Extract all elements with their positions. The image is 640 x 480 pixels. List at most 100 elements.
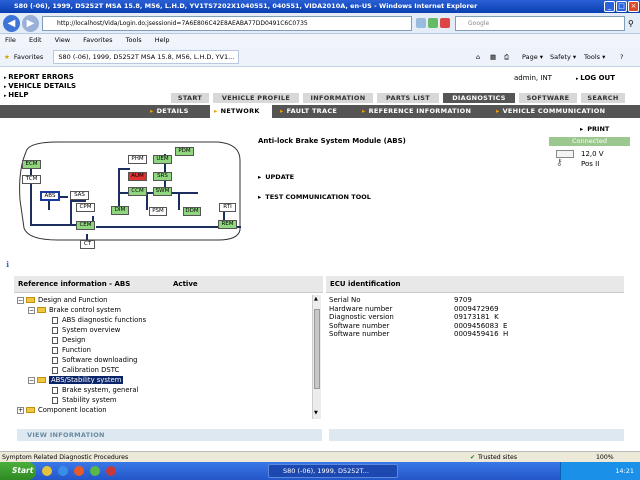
quicklaunch-icon[interactable] (106, 466, 116, 476)
close-button[interactable]: × (628, 1, 639, 12)
scroll-down-icon[interactable]: ▼ (314, 410, 320, 416)
subtab-network[interactable]: ▸ NETWORK (210, 105, 272, 118)
node-psm[interactable]: PSM (149, 207, 167, 216)
browser-tab[interactable]: S80 (-06), 1999, D5252T MSA 15.8, M56, L… (53, 50, 240, 64)
subtab-fault-trace[interactable]: ▸ FAULT TRACE (280, 105, 350, 118)
quicklaunch-icon[interactable] (90, 466, 100, 476)
node-sas[interactable]: SAS (70, 191, 89, 200)
subtab-details[interactable]: ▸ DETAILS (150, 105, 210, 118)
tree-item[interactable]: Brake system, general (52, 385, 138, 395)
node-aum[interactable]: AUM (128, 172, 147, 181)
node-pdm[interactable]: PDM (175, 147, 194, 156)
tab-information[interactable]: INFORMATION (302, 92, 374, 104)
menu-view[interactable]: View (55, 36, 70, 44)
node-swm[interactable]: SWM (153, 187, 172, 196)
subtab-reference-information[interactable]: ▸ REFERENCE INFORMATION (362, 105, 482, 118)
key-position-value: Pos II (581, 160, 600, 168)
feeds-icon[interactable]: ▦ (490, 47, 496, 67)
tree-item[interactable]: ABS diagnostic functions (52, 315, 146, 325)
bus-line (178, 192, 180, 210)
scroll-up-icon[interactable]: ▲ (314, 296, 320, 302)
node-ecm[interactable]: ECM (22, 160, 41, 169)
view-information-button[interactable]: VIEW INFORMATION (17, 429, 322, 441)
tree-item[interactable]: Calibration DSTC (52, 365, 119, 375)
voltage-value: 12,0 V (581, 150, 604, 158)
menu-favorites[interactable]: Favorites (83, 36, 112, 44)
subtab-vehicle-communication[interactable]: ▸ VEHICLE COMMUNICATION (496, 105, 636, 118)
quicklaunch-icon[interactable] (74, 466, 84, 476)
page-menu[interactable]: Page ▾ (522, 47, 543, 67)
forward-icon[interactable]: ▶ (22, 15, 39, 32)
tab-start[interactable]: START (170, 92, 210, 104)
taskbar-window-button[interactable]: S80 (-06), 1999, D5252T... (268, 464, 398, 478)
minimize-button[interactable]: _ (604, 1, 615, 12)
tree-item[interactable]: Software downloading (52, 355, 138, 365)
refresh-icon[interactable] (428, 18, 438, 28)
node-phm[interactable]: PHM (128, 155, 147, 164)
home-icon[interactable]: ⌂ (476, 47, 480, 67)
reference-tree: − Design and Function − Brake control syst… (17, 295, 322, 420)
tools-menu[interactable]: Tools ▾ (584, 47, 605, 67)
tab-diagnostics[interactable]: DIAGNOSTICS (442, 92, 516, 104)
report-errors-link[interactable]: ▸ REPORT ERRORS (4, 73, 76, 82)
ecu-value: 09173181 K (454, 313, 499, 321)
node-rti[interactable]: RTI (219, 203, 236, 212)
tab-software[interactable]: SOFTWARE (518, 92, 578, 104)
info-icon[interactable]: ℹ (6, 260, 9, 269)
start-button[interactable]: Start (0, 462, 36, 480)
maximize-button[interactable]: □ (616, 1, 627, 12)
node-ct[interactable]: CT (80, 240, 95, 249)
node-ccm[interactable]: CCM (128, 187, 147, 196)
menu-tools[interactable]: Tools (126, 36, 142, 44)
test-communication-link[interactable]: ▸ TEST COMMUNICATION TOOL (258, 193, 371, 201)
connection-status: Connected (549, 137, 630, 146)
document-icon (52, 396, 58, 404)
tree-item[interactable]: System overview (52, 325, 120, 335)
star-icon[interactable]: ★ (4, 53, 10, 61)
logout-link[interactable]: ▸ LOG OUT (576, 74, 615, 82)
folder-icon (26, 297, 35, 303)
menu-file[interactable]: File (5, 36, 16, 44)
tree-item-selected[interactable]: − ABS/Stability system (28, 375, 124, 385)
help-icon[interactable]: ? (620, 47, 623, 67)
node-tcm[interactable]: TCM (22, 175, 41, 184)
scroll-thumb[interactable] (314, 309, 320, 389)
tree-item[interactable]: − Brake control system (28, 305, 121, 315)
node-uem[interactable]: UEM (153, 155, 172, 164)
stop-icon[interactable] (440, 18, 450, 28)
tree-item[interactable]: + Component location (17, 405, 107, 415)
tree-item[interactable]: Design (52, 335, 85, 345)
tree-item[interactable]: Stability system (52, 395, 117, 405)
favorites-button[interactable]: Favorites (14, 53, 43, 61)
vehicle-details-link[interactable]: ▸ VEHICLE DETAILS (4, 82, 76, 91)
print-tool-icon[interactable]: ⎙ (504, 47, 509, 67)
compat-icon[interactable] (416, 18, 426, 28)
tab-search[interactable]: SEARCH (580, 92, 626, 104)
node-cpm[interactable]: CPM (76, 203, 95, 212)
main-tabs: START VEHICLE PROFILE INFORMATION PARTS … (0, 92, 640, 104)
node-abs[interactable]: ABS (40, 191, 60, 201)
back-icon[interactable]: ◀ (3, 15, 20, 32)
menu-help[interactable]: Help (155, 36, 170, 44)
tree-scrollbar[interactable]: ▲ ▼ (312, 295, 321, 419)
search-input[interactable]: Google (455, 16, 625, 31)
bus-line (118, 168, 130, 170)
update-link[interactable]: ▸ UPDATE (258, 173, 294, 181)
node-srs[interactable]: SRS (153, 172, 172, 181)
tab-vehicle-profile[interactable]: VEHICLE PROFILE (212, 92, 300, 104)
tab-parts-list[interactable]: PARTS LIST (376, 92, 440, 104)
tree-item[interactable]: Function (52, 345, 91, 355)
quicklaunch-icon[interactable] (42, 466, 52, 476)
ie-icon[interactable] (58, 466, 68, 476)
tree-item[interactable]: − Design and Function (17, 295, 108, 305)
address-bar[interactable]: http://localhost/Vida/Login.do;jsessioni… (42, 16, 412, 31)
menu-edit[interactable]: Edit (29, 36, 42, 44)
node-cem[interactable]: CEM (76, 221, 95, 230)
safety-menu[interactable]: Safety ▾ (550, 47, 576, 67)
folder-icon (37, 377, 46, 383)
print-link[interactable]: ▸ PRINT (580, 125, 609, 133)
search-icon[interactable]: ⚲ (628, 19, 634, 28)
node-ddm[interactable]: DDM (183, 207, 201, 216)
node-dim[interactable]: DIM (111, 206, 129, 215)
node-rem[interactable]: REM (218, 220, 237, 229)
